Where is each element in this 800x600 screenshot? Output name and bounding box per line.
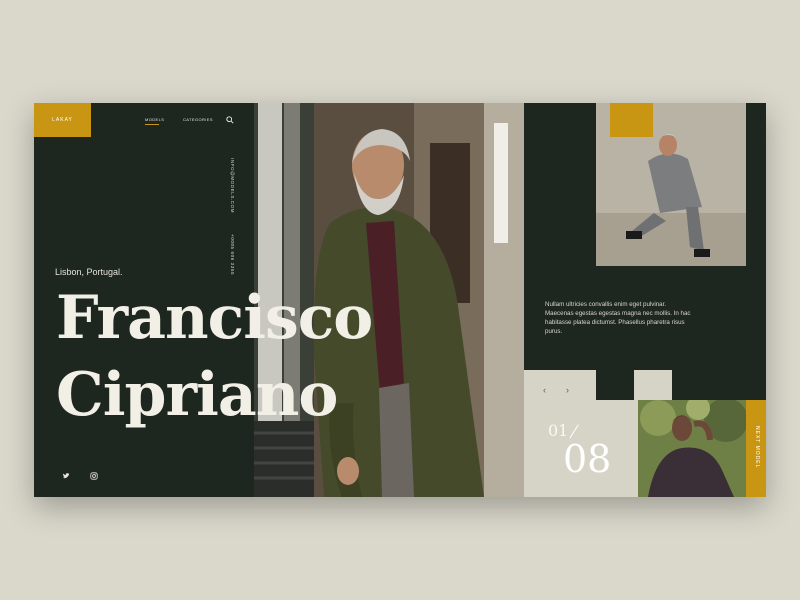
model-first-name: Francisco [56, 283, 373, 353]
model-thumbnail-seated[interactable] [596, 103, 746, 266]
nav-models[interactable]: MODELS [145, 117, 164, 125]
chevron-left-icon[interactable]: ‹ [543, 385, 546, 395]
brand-logo[interactable]: LAKAY [34, 103, 91, 137]
next-model-label[interactable]: NEXT MODEL [754, 426, 760, 468]
twitter-icon[interactable] [62, 472, 70, 480]
hero-card: LAKAY MODELS CATEGORIES INFO@MODELS.COM … [34, 103, 766, 497]
instagram-icon[interactable] [90, 472, 98, 480]
chevron-right-icon[interactable]: › [566, 385, 569, 395]
nav-categories[interactable]: CATEGORIES [183, 117, 213, 122]
contact-email[interactable]: INFO@MODELS.COM [230, 158, 235, 213]
logo-text: LAKAY [52, 117, 73, 123]
next-model-thumbnail[interactable] [638, 400, 746, 497]
search-icon[interactable] [226, 116, 234, 124]
model-description: Nullam ultricies convallis enim eget pul… [545, 301, 691, 335]
model-last-name: Cipriano [56, 360, 338, 430]
pager-total: 08 [563, 437, 612, 481]
pager-cutout [596, 370, 634, 400]
location-text: Lisbon, Portugal. [55, 267, 123, 277]
contact-phone[interactable]: +0085 606 3355 [230, 234, 235, 275]
